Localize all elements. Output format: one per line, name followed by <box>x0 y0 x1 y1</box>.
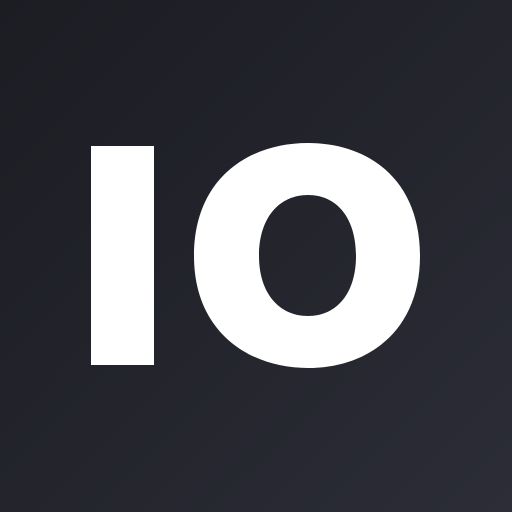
app-icon <box>0 0 512 512</box>
io-logo-mark <box>91 143 420 368</box>
letter-o-shape <box>194 143 420 368</box>
letter-i-shape <box>91 146 154 365</box>
